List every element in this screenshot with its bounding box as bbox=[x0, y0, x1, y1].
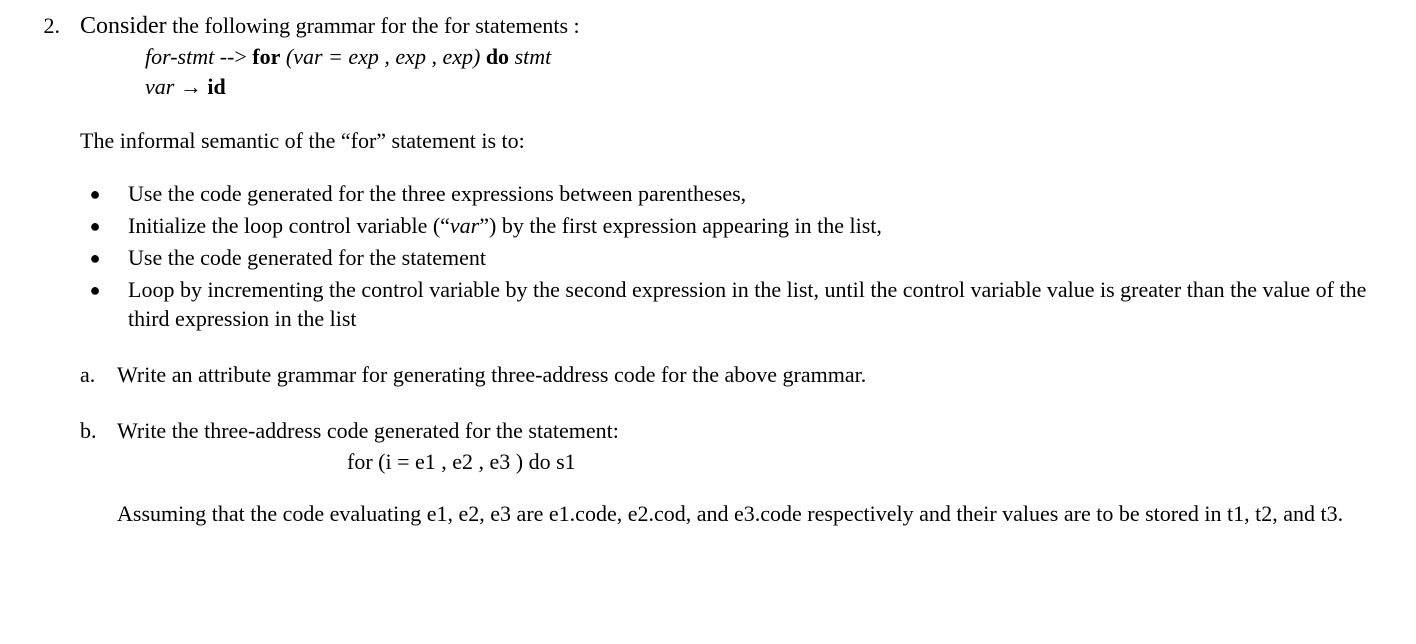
bullet-text-3: Use the code generated for the statement bbox=[110, 243, 1396, 273]
bullet-icon: ● bbox=[80, 182, 110, 206]
grammar-line-1: for-stmt --> for (var = exp , exp , exp)… bbox=[20, 42, 1396, 72]
intro-rest: the following grammar for the for statem… bbox=[167, 13, 580, 38]
list-item: ● Use the code generated for the stateme… bbox=[80, 243, 1396, 273]
bullet-text-4: Loop by incrementing the control variabl… bbox=[110, 275, 1396, 334]
grammar-rhs-2: id bbox=[207, 74, 225, 99]
semantics-list: ● Use the code generated for the three e… bbox=[80, 179, 1396, 333]
list-item: ● Initialize the loop control variable (… bbox=[80, 211, 1396, 241]
part-b-label: b. bbox=[80, 416, 117, 446]
bullet-text-1: Use the code generated for the three exp… bbox=[110, 179, 1396, 209]
part-b-body: Write the three-address code generated f… bbox=[117, 416, 1396, 529]
bullet-icon: ● bbox=[80, 214, 110, 238]
bullet-icon: ● bbox=[80, 278, 110, 302]
bullet-text-2: Initialize the loop control variable (“v… bbox=[110, 211, 1396, 241]
grammar-line-2: var → id bbox=[20, 72, 1396, 102]
part-b-text: Write the three-address code generated f… bbox=[117, 416, 1396, 446]
part-b-assume: Assuming that the code evaluating e1, e2… bbox=[117, 499, 1396, 529]
grammar-stmt: stmt bbox=[509, 44, 551, 69]
grammar-do: do bbox=[480, 44, 509, 69]
part-a-body: Write an attribute grammar for generatin… bbox=[117, 360, 1396, 390]
part-a: a. Write an attribute grammar for genera… bbox=[80, 360, 1396, 390]
bullet2-pre: Initialize the loop control variable (“ bbox=[128, 213, 450, 238]
grammar-arrow-2: → bbox=[174, 74, 207, 99]
grammar-lhs-1: for-stmt bbox=[145, 44, 214, 69]
bullet-icon: ● bbox=[80, 246, 110, 270]
page: 2. Consider the following grammar for th… bbox=[0, 0, 1416, 644]
question-number: 2. bbox=[20, 11, 80, 41]
grammar-for: for bbox=[252, 44, 280, 69]
list-item: ● Use the code generated for the three e… bbox=[80, 179, 1396, 209]
part-b-code: for (i = e1 , e2 , e3 ) do s1 bbox=[117, 447, 1396, 477]
intro-consider: Consider bbox=[80, 13, 167, 39]
grammar-arrow-1: --> bbox=[214, 44, 252, 69]
part-b: b. Write the three-address code generate… bbox=[80, 416, 1396, 529]
grammar-paren: (var = exp , exp , exp) bbox=[280, 44, 480, 69]
list-item: ● Loop by incrementing the control varia… bbox=[80, 275, 1396, 334]
question-body: Consider the following grammar for the f… bbox=[80, 10, 1396, 42]
grammar-lhs-2: var bbox=[145, 74, 174, 99]
bullet2-post: ”) by the first expression appearing in … bbox=[479, 213, 882, 238]
part-a-label: a. bbox=[80, 360, 117, 390]
question-2: 2. Consider the following grammar for th… bbox=[20, 10, 1396, 42]
informal-intro: The informal semantic of the “for” state… bbox=[80, 126, 1396, 156]
bullet2-var: var bbox=[450, 213, 479, 238]
